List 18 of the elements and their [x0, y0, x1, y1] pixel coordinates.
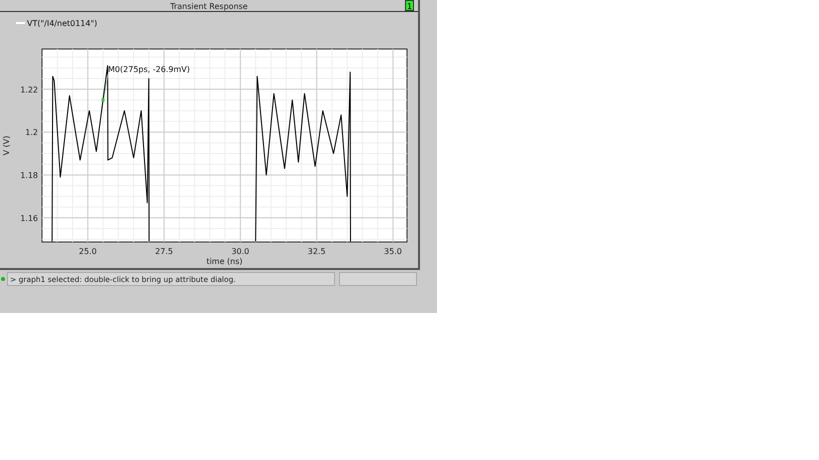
y-tick-label: 1.22 [20, 85, 38, 94]
x-axis-title: time (ns) [206, 257, 243, 266]
x-tick-label: 25.0 [78, 247, 97, 256]
graph-title: Transient Response [170, 2, 248, 11]
marker-label: M0(275ps, -26.9mV) [108, 64, 190, 74]
y-tick-label: 1.18 [20, 170, 38, 180]
subwindow-badge[interactable]: 1 [405, 0, 414, 11]
y-tick-label: 1.2 [25, 128, 38, 138]
y-axis-title: V (V) [2, 136, 11, 156]
leader-line [104, 74, 108, 98]
marker-point-icon[interactable] [102, 98, 105, 102]
x-tick-label: 35.0 [384, 247, 402, 256]
x-tick-label: 32.5 [308, 247, 326, 256]
x-tick-label: 27.5 [155, 247, 173, 256]
status-dot-icon [1, 277, 5, 281]
x-tick-label: 30.0 [231, 247, 250, 256]
y-tick-label: 1.16 [20, 214, 38, 223]
legend-label[interactable]: VT("/I4/net0114") [27, 18, 98, 28]
